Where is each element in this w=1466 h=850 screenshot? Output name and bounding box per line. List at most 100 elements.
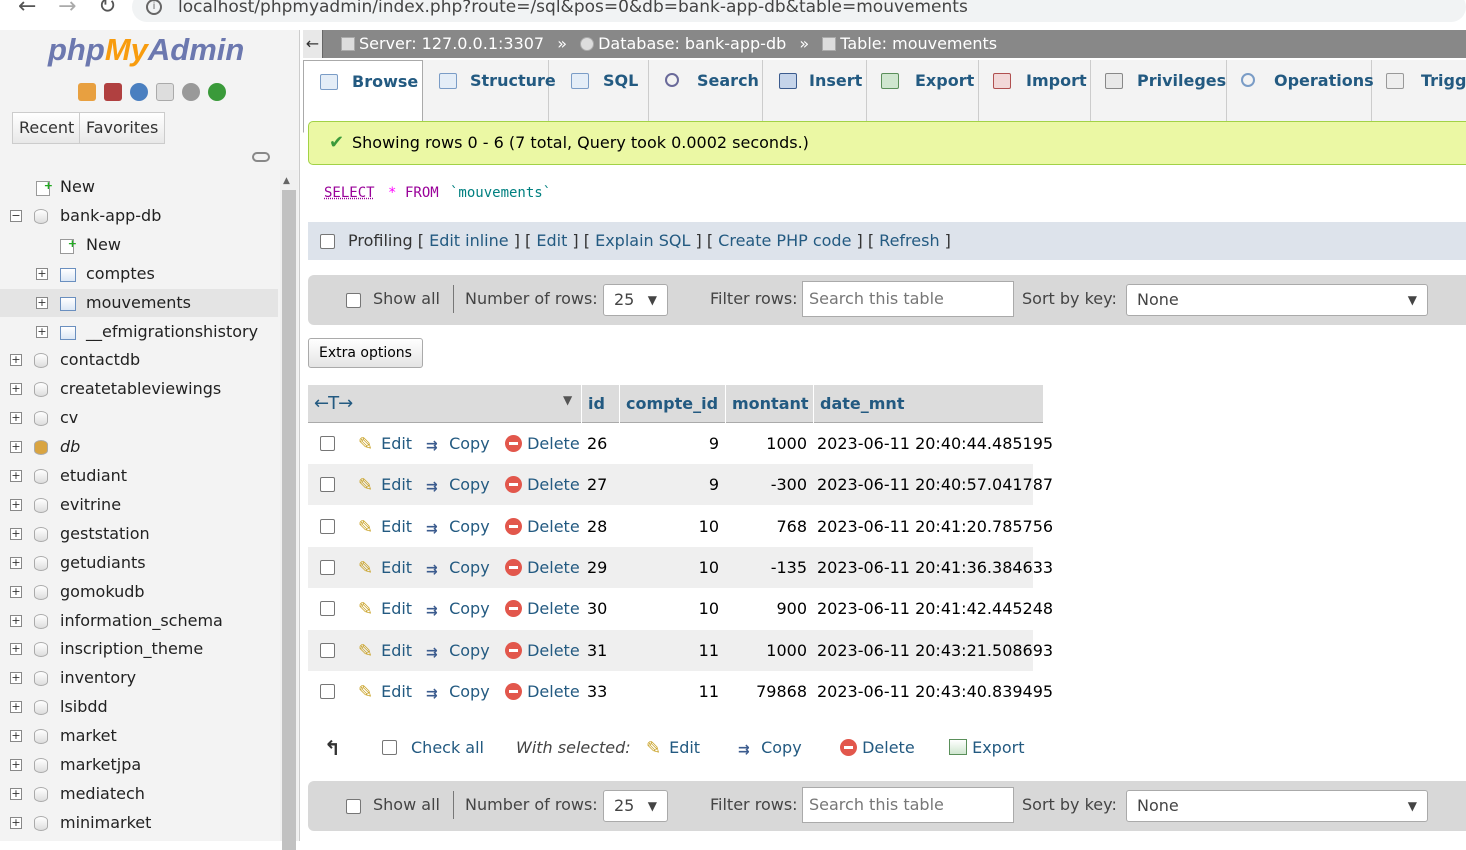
rows-select[interactable]: 25 ▼ xyxy=(603,790,668,822)
back-arrow-icon[interactable]: ← xyxy=(18,0,36,19)
refresh-link[interactable]: Refresh xyxy=(879,231,939,250)
extra-options-button[interactable]: Extra options xyxy=(308,338,423,368)
cell-compte-id[interactable]: 10 xyxy=(625,506,719,547)
phpmyadmin-logo[interactable]: phpMyAdmin xyxy=(48,32,244,68)
tree-item[interactable]: + db xyxy=(0,433,278,461)
row-checkbox[interactable] xyxy=(320,642,335,658)
cell-compte-id[interactable]: 9 xyxy=(625,423,719,464)
cell-id[interactable]: 29 xyxy=(587,547,615,588)
bulk-copy-button[interactable]: ⇉ Copy xyxy=(738,730,802,766)
row-checkbox[interactable] xyxy=(320,601,335,617)
expand-icon[interactable]: + xyxy=(10,816,22,829)
cell-date-mnt[interactable]: 2023-06-11 20:40:57.041787 xyxy=(817,464,1053,505)
tree-item[interactable]: + lsibdd xyxy=(0,693,278,721)
tree-item[interactable]: + etudiant xyxy=(0,462,278,490)
row-select[interactable] xyxy=(320,423,335,464)
copy-row-button[interactable]: ⇉ Copy xyxy=(426,547,490,588)
gear-icon[interactable] xyxy=(182,82,201,101)
row-select[interactable] xyxy=(320,630,335,671)
expand-icon[interactable]: + xyxy=(10,527,22,540)
cell-id[interactable]: 26 xyxy=(587,423,615,464)
row-checkbox[interactable] xyxy=(320,559,335,575)
tree-item[interactable]: + minimarket xyxy=(0,809,278,837)
column-arrows-icon[interactable]: ←T→ xyxy=(314,393,353,414)
tree-item[interactable]: + contactdb xyxy=(0,346,278,374)
sort-select[interactable]: None ▼ xyxy=(1126,284,1428,316)
breadcrumb-database[interactable]: Database: bank-app-db xyxy=(598,34,786,53)
recent-tab[interactable]: Recent xyxy=(12,112,82,144)
expand-icon[interactable]: + xyxy=(36,325,48,338)
sort-triangle-icon[interactable]: ▼ xyxy=(563,393,572,407)
check-all-label[interactable]: Check all xyxy=(411,730,484,766)
breadcrumb-server[interactable]: Server: 127.0.0.1:3307 xyxy=(359,34,544,53)
tree-item[interactable]: + mouvements xyxy=(0,288,278,317)
expand-icon[interactable]: + xyxy=(10,614,22,627)
filter-input[interactable]: Search this table xyxy=(802,787,1014,823)
tree-item[interactable]: + marketjpa xyxy=(0,751,278,779)
cell-date-mnt[interactable]: 2023-06-11 20:41:36.384633 xyxy=(817,547,1053,588)
forward-arrow-icon[interactable]: → xyxy=(58,0,76,19)
bulk-delete-button[interactable]: Delete xyxy=(840,730,915,766)
cell-compte-id[interactable]: 11 xyxy=(625,630,719,671)
docs-icon[interactable] xyxy=(156,82,175,101)
filter-input[interactable]: Search this table xyxy=(802,281,1014,317)
show-all-checkbox[interactable] xyxy=(346,293,361,308)
edit-row-button[interactable]: ✎ Edit xyxy=(358,630,412,671)
expand-icon[interactable]: + xyxy=(10,383,22,396)
scroll-up-arrow-icon[interactable]: ▲ xyxy=(283,176,290,186)
expand-icon[interactable]: + xyxy=(10,412,22,425)
logout-icon[interactable] xyxy=(104,82,123,101)
cell-date-mnt[interactable]: 2023-06-11 20:41:20.785756 xyxy=(817,506,1053,547)
copy-row-button[interactable]: ⇉ Copy xyxy=(426,671,490,712)
tree-item[interactable]: + cv xyxy=(0,404,278,432)
help-icon[interactable] xyxy=(130,82,149,101)
copy-row-button[interactable]: ⇉ Copy xyxy=(426,630,490,671)
reload-nav-icon[interactable] xyxy=(208,82,227,101)
show-all-checkbox[interactable] xyxy=(346,799,361,814)
explain-sql-link[interactable]: Explain SQL xyxy=(595,231,690,250)
tree-item[interactable]: + information_schema xyxy=(0,607,278,635)
copy-row-button[interactable]: ⇉ Copy xyxy=(426,423,490,464)
expand-icon[interactable]: + xyxy=(10,585,22,598)
tree-item[interactable]: + mediatech xyxy=(0,780,278,808)
edit-inline-link[interactable]: Edit inline xyxy=(429,231,509,250)
profiling-checkbox[interactable] xyxy=(320,234,335,249)
collapse-arrow-icon[interactable]: ← xyxy=(303,30,323,58)
expand-icon[interactable]: + xyxy=(10,470,22,482)
tree-item[interactable]: + geststation xyxy=(0,520,278,548)
column-header-id[interactable]: id xyxy=(581,385,619,423)
rows-select[interactable]: 25 ▼ xyxy=(603,284,668,316)
home-icon[interactable] xyxy=(78,82,96,101)
cell-compte-id[interactable]: 10 xyxy=(625,588,719,629)
link-icon[interactable] xyxy=(252,152,270,162)
check-all-checkbox[interactable] xyxy=(382,740,397,755)
cell-montant[interactable]: -300 xyxy=(731,464,807,505)
edit-row-button[interactable]: ✎ Edit xyxy=(358,423,412,464)
expand-icon[interactable]: + xyxy=(10,441,22,454)
edit-row-button[interactable]: ✎ Edit xyxy=(358,588,412,629)
column-header-date-mnt[interactable]: date_mnt xyxy=(813,385,1033,423)
cell-compte-id[interactable]: 10 xyxy=(625,547,719,588)
copy-row-button[interactable]: ⇉ Copy xyxy=(426,506,490,547)
address-bar[interactable]: i localhost/phpmyadmin/index.php?route=/… xyxy=(132,0,1466,22)
info-icon[interactable]: i xyxy=(146,0,162,15)
cell-montant[interactable]: 1000 xyxy=(731,630,807,671)
expand-icon[interactable]: + xyxy=(10,498,22,511)
tree-item[interactable]: − bank-app-db xyxy=(0,202,278,230)
favorites-tab[interactable]: Favorites xyxy=(79,112,166,144)
copy-row-button[interactable]: ⇉ Copy xyxy=(426,464,490,505)
expand-icon[interactable]: + xyxy=(36,296,48,309)
cell-date-mnt[interactable]: 2023-06-11 20:43:21.508693 xyxy=(817,630,1053,671)
tree-item[interactable]: + getudiants xyxy=(0,549,278,577)
cell-montant[interactable]: 900 xyxy=(731,588,807,629)
tree-item[interactable]: New xyxy=(0,230,278,259)
expand-icon[interactable]: + xyxy=(10,556,22,569)
cell-montant[interactable]: 79868 xyxy=(731,671,807,712)
row-checkbox[interactable] xyxy=(320,518,335,534)
expand-icon[interactable]: + xyxy=(10,730,22,743)
cell-date-mnt[interactable]: 2023-06-11 20:41:42.445248 xyxy=(817,588,1053,629)
cell-id[interactable]: 27 xyxy=(587,464,615,505)
cell-id[interactable]: 31 xyxy=(587,630,615,671)
row-select[interactable] xyxy=(320,671,335,712)
expand-icon[interactable]: + xyxy=(10,354,22,367)
